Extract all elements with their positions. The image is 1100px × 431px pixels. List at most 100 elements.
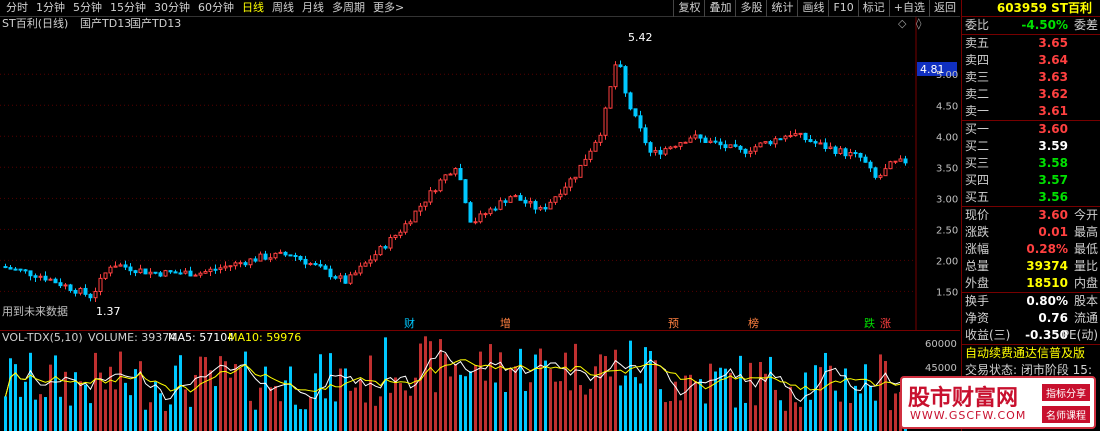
candle-body — [68, 284, 73, 291]
period-tab[interactable]: 更多> — [369, 0, 408, 17]
volume-bar — [104, 389, 107, 431]
candle-body — [363, 262, 368, 267]
event-marker[interactable]: 预 — [668, 317, 679, 330]
volume-bar — [254, 409, 257, 431]
candle-body — [423, 201, 428, 207]
period-tab[interactable]: 周线 — [268, 0, 298, 17]
volume-bar — [449, 376, 452, 431]
candle-body — [708, 140, 713, 143]
quote-row-label: 买五 — [965, 190, 990, 204]
candle-body — [628, 92, 633, 110]
tool-button[interactable]: 多股 — [735, 0, 766, 17]
candle-body — [533, 201, 538, 210]
event-marker[interactable]: 财 — [404, 316, 415, 330]
candle-body — [498, 200, 503, 210]
event-marker[interactable]: 增 — [500, 316, 511, 330]
candle-body — [748, 150, 753, 154]
period-tab[interactable]: 多周期 — [328, 0, 369, 17]
volume-bar — [359, 379, 362, 431]
volume-bar — [54, 355, 57, 431]
candle-body — [193, 274, 198, 277]
candle-body — [88, 293, 93, 299]
chevron-up-icon[interactable]: ◊ — [916, 17, 922, 30]
price-axis-tick: 2.50 — [936, 225, 958, 236]
event-marker[interactable]: 榜 — [748, 316, 759, 330]
candle-body — [343, 275, 348, 284]
quote-row-label2: 最高 — [1073, 225, 1098, 239]
period-tab[interactable]: 30分钟 — [150, 0, 194, 17]
volume-bar — [69, 405, 72, 431]
price-axis-tick: 5.00 — [936, 70, 958, 81]
period-tab[interactable]: 1分钟 — [32, 0, 69, 17]
candle-body — [833, 146, 838, 154]
price-chart[interactable]: ST百利(日线) 国产TD13 国产TD13 5.42 1.37 用到未来数据 … — [0, 17, 960, 330]
volume-bar — [679, 400, 682, 431]
weibi-row: 委比 -4.50% 委差 — [962, 17, 1100, 34]
volume-bar — [574, 343, 577, 431]
scroll-notice[interactable]: 自动续费通达信普及版 — [962, 344, 1100, 362]
quote-row: 买二 3.59 — [962, 138, 1100, 155]
candle-body — [233, 262, 238, 267]
candle-body — [168, 270, 173, 273]
volume-bar — [364, 402, 367, 431]
candle-body — [78, 287, 83, 294]
candle-body — [878, 175, 883, 178]
tool-button[interactable]: 返回 — [929, 0, 960, 17]
candle-body — [858, 152, 863, 158]
candle-body — [358, 265, 363, 274]
candle-body — [583, 158, 588, 166]
candle-body — [653, 150, 658, 153]
tool-button[interactable]: 标记 — [857, 0, 889, 17]
watermark-tag-2: 名师课程 — [1042, 406, 1090, 423]
volume-bar — [114, 389, 117, 431]
candle-body — [248, 258, 253, 266]
tool-button[interactable]: 复权 — [673, 0, 704, 17]
volume-bar — [334, 401, 337, 431]
candle-body — [638, 115, 643, 129]
volume-bar — [374, 405, 377, 431]
tool-button[interactable]: +自选 — [888, 0, 929, 17]
volume-bar — [629, 340, 632, 431]
quote-row-value: 3.63 — [1038, 70, 1068, 84]
volume-bar — [874, 400, 877, 431]
period-tab[interactable]: 15分钟 — [106, 0, 150, 17]
quote-row: 卖二 3.62 — [962, 86, 1100, 103]
volume-bar — [534, 354, 537, 431]
tool-button[interactable]: 统计 — [766, 0, 797, 17]
tool-button[interactable]: 叠加 — [704, 0, 735, 17]
period-tab[interactable]: 5分钟 — [69, 0, 106, 17]
tool-button[interactable]: 画线 — [797, 0, 828, 17]
candle-body — [98, 277, 103, 292]
candle-body — [483, 213, 488, 216]
candle-body — [13, 268, 18, 271]
period-tab[interactable]: 60分钟 — [194, 0, 238, 17]
watermark-name: 股市财富网 — [908, 385, 1019, 411]
volume-bar — [329, 353, 332, 431]
diamond-icon[interactable]: ◇ — [898, 17, 907, 30]
indicator-label-2: 国产TD13 — [130, 17, 181, 30]
event-marker[interactable]: 涨 — [880, 317, 891, 330]
candle-body — [163, 270, 168, 277]
volume-bar — [79, 381, 82, 431]
volume-chart[interactable]: VOL-TDX(5,10) VOLUME: 39374 MA5: 57104 M… — [0, 330, 960, 431]
candle-body — [353, 272, 358, 276]
quote-row-label2: 流通 — [1073, 311, 1098, 325]
candle-body — [398, 231, 403, 236]
candle-body — [783, 135, 788, 140]
quote-row-label2: 最低 — [1073, 242, 1098, 256]
volume-bar — [384, 337, 387, 431]
candle-body — [803, 132, 808, 141]
candle-body — [663, 148, 668, 155]
candle-body — [198, 272, 203, 276]
volume-bar — [169, 404, 172, 431]
volume-bar — [149, 402, 152, 431]
volume-bar — [714, 371, 717, 431]
candle-body — [323, 265, 328, 270]
candle-body — [573, 176, 578, 180]
period-tab[interactable]: 分时 — [2, 0, 32, 17]
quote-row-label: 卖四 — [965, 53, 990, 67]
tool-button[interactable]: F10 — [828, 0, 857, 17]
period-tab[interactable]: 月线 — [298, 0, 328, 17]
event-marker[interactable]: 跌 — [864, 316, 875, 330]
period-tab[interactable]: 日线 — [238, 0, 268, 17]
